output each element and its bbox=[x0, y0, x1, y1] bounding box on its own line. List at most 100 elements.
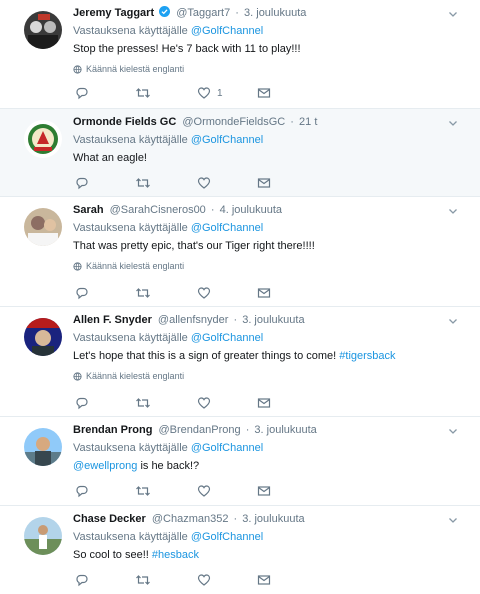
tweet-text: Let's hope that this is a sign of greate… bbox=[73, 349, 450, 364]
display-name[interactable]: Allen F. Snyder bbox=[73, 314, 152, 326]
tweet-text-body: Let's hope that this is a sign of greate… bbox=[73, 350, 337, 362]
retweet-icon bbox=[136, 288, 150, 298]
reply-mention-link[interactable]: @GolfChannel bbox=[191, 442, 263, 454]
separator-dot: · bbox=[233, 513, 238, 525]
reply-icon bbox=[76, 397, 88, 410]
reply-prefix: Vastauksena käyttäjälle bbox=[73, 531, 188, 543]
avatar[interactable] bbox=[24, 428, 62, 466]
user-handle[interactable]: @allenfsnyder bbox=[158, 314, 228, 326]
like-button[interactable]: 1 bbox=[197, 86, 223, 100]
tweet-actions: 1 bbox=[73, 86, 303, 102]
translate-link[interactable]: Käännä kielestä englanti bbox=[73, 63, 450, 76]
avatar[interactable] bbox=[24, 208, 62, 246]
timestamp[interactable]: 3. joulukuuta bbox=[244, 7, 306, 19]
tweet-item[interactable]: Jeremy Taggart @Taggart7 · 3. joulukuuta… bbox=[0, 0, 480, 109]
like-button[interactable] bbox=[197, 176, 211, 190]
tweet-item[interactable]: Chase Decker @Chazman352 · 3. joulukuuta… bbox=[0, 506, 480, 594]
reply-mention-link[interactable]: @GolfChannel bbox=[191, 134, 263, 146]
retweet-button[interactable] bbox=[135, 86, 151, 100]
reply-mention-link[interactable]: @GolfChannel bbox=[191, 531, 263, 543]
chevron-down-icon[interactable] bbox=[448, 9, 458, 19]
retweet-button[interactable] bbox=[135, 484, 151, 498]
reply-icon bbox=[76, 485, 88, 498]
user-handle[interactable]: @Taggart7 bbox=[176, 7, 230, 19]
display-name[interactable]: Ormonde Fields GC bbox=[73, 116, 176, 128]
reply-button[interactable] bbox=[75, 396, 89, 410]
display-name[interactable]: Chase Decker bbox=[73, 513, 146, 525]
tweet-item[interactable]: Ormonde Fields GC @OrmondeFieldsGC · 21 … bbox=[0, 109, 480, 197]
reply-button[interactable] bbox=[75, 484, 89, 498]
retweet-button[interactable] bbox=[135, 286, 151, 300]
like-button[interactable] bbox=[197, 484, 211, 498]
user-handle[interactable]: @OrmondeFieldsGC bbox=[182, 116, 285, 128]
retweet-icon bbox=[136, 178, 150, 188]
reply-mention-link[interactable]: @GolfChannel bbox=[191, 332, 263, 344]
avatar[interactable] bbox=[24, 11, 62, 49]
chevron-down-icon[interactable] bbox=[448, 118, 458, 128]
retweet-button[interactable] bbox=[135, 396, 151, 410]
envelope-icon bbox=[257, 575, 271, 585]
user-handle[interactable]: @BrendanProng bbox=[159, 424, 241, 436]
tweet-text: Stop the presses! He's 7 back with 11 to… bbox=[73, 43, 301, 55]
timestamp[interactable]: 21 t bbox=[299, 116, 317, 128]
retweet-button[interactable] bbox=[135, 176, 151, 190]
hashtag-link[interactable]: #hesback bbox=[152, 549, 199, 561]
timestamp[interactable]: 3. joulukuuta bbox=[242, 314, 304, 326]
tweet-actions bbox=[73, 484, 303, 500]
display-name[interactable]: Brendan Prong bbox=[73, 424, 152, 436]
reply-icon bbox=[76, 287, 88, 300]
tweet-item[interactable]: Brendan Prong @BrendanProng · 3. jouluku… bbox=[0, 417, 480, 506]
chevron-down-icon[interactable] bbox=[448, 316, 458, 326]
like-button[interactable] bbox=[197, 396, 211, 410]
tweet-item[interactable]: Sarah @SarahCisneros00 · 4. joulukuuta V… bbox=[0, 197, 480, 307]
tweet-actions bbox=[73, 573, 303, 589]
tweet-text: That was pretty epic, that's our Tiger r… bbox=[73, 240, 315, 252]
avatar[interactable] bbox=[24, 120, 62, 158]
dm-button[interactable] bbox=[257, 286, 271, 300]
display-name[interactable]: Sarah bbox=[73, 204, 104, 216]
user-handle[interactable]: @Chazman352 bbox=[152, 513, 229, 525]
globe-icon bbox=[73, 65, 82, 74]
envelope-icon bbox=[257, 288, 271, 298]
tweet-text: What an eagle! bbox=[73, 152, 147, 164]
timestamp[interactable]: 3. joulukuuta bbox=[242, 513, 304, 525]
avatar[interactable] bbox=[24, 517, 62, 555]
display-name[interactable]: Jeremy Taggart bbox=[73, 7, 154, 19]
tweet-feed: Jeremy Taggart @Taggart7 · 3. joulukuuta… bbox=[0, 0, 480, 594]
dm-button[interactable] bbox=[257, 484, 271, 498]
dm-button[interactable] bbox=[257, 396, 271, 410]
text-mention-link[interactable]: @ewellprong bbox=[73, 460, 137, 472]
chevron-down-icon[interactable] bbox=[448, 206, 458, 216]
chevron-down-icon[interactable] bbox=[448, 515, 458, 525]
reply-button[interactable] bbox=[75, 573, 89, 587]
reply-context: Vastauksena käyttäjälle @GolfChannel bbox=[73, 133, 450, 148]
timestamp[interactable]: 3. joulukuuta bbox=[254, 424, 316, 436]
translate-link[interactable]: Käännä kielestä englanti bbox=[73, 260, 450, 273]
reply-button[interactable] bbox=[75, 176, 89, 190]
chevron-down-icon[interactable] bbox=[448, 426, 458, 436]
reply-icon bbox=[76, 574, 88, 587]
tweet-item[interactable]: Allen F. Snyder @allenfsnyder · 3. joulu… bbox=[0, 307, 480, 417]
dm-button[interactable] bbox=[257, 176, 271, 190]
tweet-actions bbox=[73, 176, 303, 192]
reply-mention-link[interactable]: @GolfChannel bbox=[191, 222, 263, 234]
like-button[interactable] bbox=[197, 286, 211, 300]
like-button[interactable] bbox=[197, 573, 211, 587]
reply-prefix: Vastauksena käyttäjälle bbox=[73, 134, 188, 146]
retweet-button[interactable] bbox=[135, 573, 151, 587]
hashtag-link[interactable]: #tigersback bbox=[339, 350, 395, 362]
dm-button[interactable] bbox=[257, 86, 271, 100]
reply-mention-link[interactable]: @GolfChannel bbox=[191, 25, 263, 37]
tweet-text: @ewellprong is he back!? bbox=[73, 459, 450, 474]
user-handle[interactable]: @SarahCisneros00 bbox=[110, 204, 206, 216]
timestamp[interactable]: 4. joulukuuta bbox=[220, 204, 282, 216]
heart-icon bbox=[197, 287, 211, 299]
separator-dot: · bbox=[290, 116, 294, 128]
avatar[interactable] bbox=[24, 318, 62, 356]
reply-button[interactable] bbox=[75, 86, 89, 100]
separator-dot: · bbox=[210, 204, 215, 216]
reply-prefix: Vastauksena käyttäjälle bbox=[73, 222, 188, 234]
dm-button[interactable] bbox=[257, 573, 271, 587]
translate-link[interactable]: Käännä kielestä englanti bbox=[73, 370, 450, 383]
reply-button[interactable] bbox=[75, 286, 89, 300]
